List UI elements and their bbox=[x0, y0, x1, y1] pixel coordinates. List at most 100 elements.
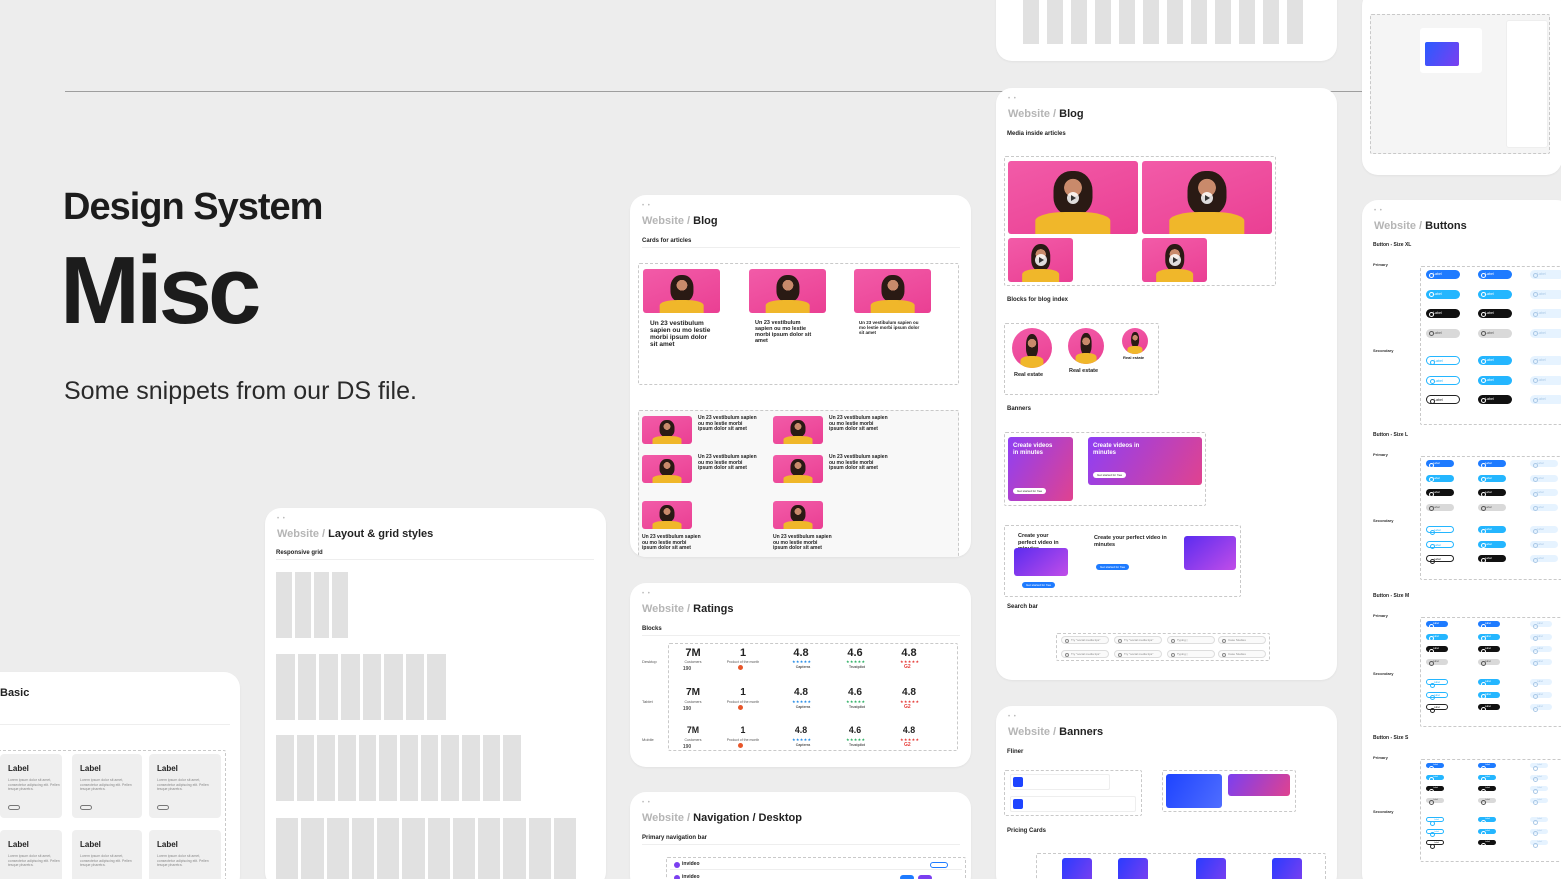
label-button[interactable]: Label bbox=[1426, 270, 1460, 279]
play-icon[interactable] bbox=[1168, 254, 1181, 266]
label-button[interactable]: Label bbox=[1530, 395, 1561, 404]
label-button[interactable]: Label bbox=[1426, 658, 1448, 666]
app-banner[interactable] bbox=[1166, 774, 1222, 808]
search-input[interactable]: Try "social media tips" bbox=[1114, 636, 1162, 644]
banner-row[interactable] bbox=[1010, 796, 1136, 812]
label-button[interactable]: Label bbox=[1530, 289, 1561, 299]
pricing-card[interactable] bbox=[1272, 858, 1302, 879]
play-icon[interactable] bbox=[1034, 254, 1047, 266]
label-button[interactable]: Label bbox=[1426, 763, 1444, 771]
nav-cta-button[interactable] bbox=[918, 875, 932, 879]
label-button[interactable]: Label bbox=[1478, 375, 1512, 385]
search-input[interactable]: Try "social media tips" bbox=[1061, 636, 1109, 644]
label-tile[interactable]: Label Lorem ipsum dolor sit amet, consect… bbox=[149, 754, 221, 818]
article-title[interactable]: Un 23 vestibulum sapien ou mo lestie mor… bbox=[698, 454, 758, 472]
label-button[interactable]: Label bbox=[1478, 395, 1512, 404]
label-button[interactable]: Label bbox=[1478, 555, 1506, 563]
layout-grid-card[interactable]: • • Website / Layout & grid styles Respo… bbox=[265, 508, 606, 879]
tile-pill[interactable] bbox=[8, 805, 20, 810]
label-tile[interactable]: Label Lorem ipsum dolor sit amet, consect… bbox=[72, 754, 142, 818]
label-button[interactable]: Label bbox=[1478, 328, 1512, 338]
label-button[interactable]: Label bbox=[1530, 526, 1558, 534]
label-button[interactable]: Label bbox=[1530, 840, 1548, 848]
label-button[interactable]: Label bbox=[1478, 797, 1496, 805]
label-button[interactable]: Label bbox=[1530, 309, 1561, 318]
search-input[interactable]: Typing | bbox=[1167, 636, 1215, 644]
label-button[interactable]: Label bbox=[1530, 503, 1558, 511]
label-button[interactable]: Label bbox=[1426, 840, 1444, 849]
label-button[interactable]: Label bbox=[1426, 309, 1460, 318]
label-button[interactable]: Label bbox=[1478, 633, 1500, 641]
label-button[interactable]: Label bbox=[1530, 328, 1561, 338]
search-input[interactable]: Case Studies bbox=[1218, 636, 1266, 644]
article-title[interactable]: Un 23 vestibulum sapien ou mo lestie mor… bbox=[698, 415, 758, 433]
blog-block-label[interactable]: Real estate bbox=[1123, 355, 1144, 360]
label-button[interactable]: Label bbox=[1478, 774, 1496, 782]
label-button[interactable]: Label bbox=[1530, 817, 1548, 825]
buttons-card[interactable]: • • Website / Buttons Button - Size XL Pr… bbox=[1362, 200, 1561, 879]
label-button[interactable]: Label bbox=[1426, 679, 1448, 688]
blog-media-card[interactable]: • • Website / Blog Media inside articles… bbox=[996, 88, 1337, 680]
label-button[interactable]: Label bbox=[1426, 691, 1448, 700]
label-button[interactable]: Label bbox=[1426, 786, 1444, 794]
blog-block-label[interactable]: Real estate bbox=[1069, 368, 1098, 374]
article-title[interactable]: Un 23 vestibulum sapien ou mo lestie mor… bbox=[829, 415, 889, 433]
label-button[interactable]: Label bbox=[1426, 774, 1444, 782]
label-button[interactable]: Label bbox=[1426, 474, 1454, 482]
label-button[interactable]: Label bbox=[1530, 356, 1561, 365]
label-button[interactable]: Label bbox=[1426, 797, 1444, 805]
label-button[interactable]: Label bbox=[1426, 633, 1448, 641]
search-input[interactable]: Case Studies bbox=[1218, 650, 1266, 658]
app-banner[interactable] bbox=[1228, 774, 1290, 796]
label-button[interactable]: Label bbox=[1426, 460, 1454, 468]
nav-cta-button[interactable] bbox=[900, 875, 914, 879]
tile-pill[interactable] bbox=[157, 805, 169, 810]
navigation-card[interactable]: • • Website / Navigation / Desktop Prima… bbox=[630, 792, 971, 879]
pricing-card[interactable] bbox=[1118, 858, 1148, 879]
label-button[interactable]: Label bbox=[1426, 395, 1460, 404]
label-button[interactable]: Label bbox=[1530, 679, 1552, 687]
article-title[interactable]: Un 23 vestibulum sapien ou mo lestie mor… bbox=[755, 320, 817, 344]
label-button[interactable]: Label bbox=[1478, 526, 1506, 534]
top-right-card[interactable] bbox=[1362, 0, 1561, 175]
label-button[interactable]: Label bbox=[1530, 763, 1548, 771]
label-button[interactable]: Label bbox=[1478, 658, 1500, 666]
play-icon[interactable] bbox=[1067, 191, 1079, 204]
search-input[interactable]: Typing | bbox=[1167, 650, 1215, 658]
label-button[interactable]: Label bbox=[1426, 375, 1460, 385]
label-button[interactable]: Label bbox=[1530, 828, 1548, 836]
article-title[interactable]: Un 23 vestibulum sapien ou mo lestie mor… bbox=[650, 320, 714, 348]
label-button[interactable]: Label bbox=[1478, 621, 1500, 629]
label-button[interactable]: Label bbox=[1530, 555, 1558, 563]
label-button[interactable]: Label bbox=[1530, 691, 1552, 699]
tile-pill[interactable] bbox=[80, 805, 92, 810]
blog-cards-card[interactable]: • • Website / Blog Cards for articles Un… bbox=[630, 195, 971, 557]
label-button[interactable]: Label bbox=[1478, 309, 1512, 318]
banner-cta-button[interactable]: Get started for free bbox=[1022, 582, 1056, 588]
label-button[interactable]: Label bbox=[1530, 704, 1552, 712]
label-button[interactable]: Label bbox=[1426, 828, 1444, 837]
banners-card[interactable]: • • Website / Banners Fliner Pricing Car… bbox=[996, 706, 1337, 879]
label-button[interactable]: Label bbox=[1426, 289, 1460, 299]
label-button[interactable]: Label bbox=[1530, 633, 1552, 641]
label-tile[interactable]: Label Lorem ipsum dolor sit amet, consect… bbox=[0, 754, 62, 818]
label-button[interactable]: Label bbox=[1478, 270, 1512, 279]
label-button[interactable]: Label bbox=[1426, 526, 1454, 535]
label-button[interactable]: Label bbox=[1426, 646, 1448, 654]
label-button[interactable]: Label bbox=[1530, 797, 1548, 805]
article-title[interactable]: Un 23 vestibulum sapien ou mo lestie mor… bbox=[773, 534, 833, 552]
label-button[interactable]: Label bbox=[1478, 828, 1496, 836]
label-tile[interactable]: Label Lorem ipsum dolor sit amet, consect… bbox=[72, 830, 142, 879]
nav-cta-button[interactable] bbox=[930, 862, 948, 868]
label-tile[interactable]: Label Lorem ipsum dolor sit amet, consect… bbox=[149, 830, 221, 879]
banner-cta-button[interactable]: Get started for free bbox=[1093, 472, 1127, 478]
label-button[interactable]: Label bbox=[1530, 540, 1558, 548]
label-button[interactable]: Label bbox=[1478, 646, 1500, 654]
label-button[interactable]: Label bbox=[1478, 356, 1512, 365]
banner-row[interactable] bbox=[1010, 774, 1110, 790]
label-button[interactable]: Label bbox=[1530, 270, 1561, 279]
top-strip-card[interactable] bbox=[996, 0, 1337, 61]
label-button[interactable]: Label bbox=[1426, 621, 1448, 629]
label-button[interactable]: Label bbox=[1478, 786, 1496, 794]
label-button[interactable]: Label bbox=[1478, 460, 1506, 468]
